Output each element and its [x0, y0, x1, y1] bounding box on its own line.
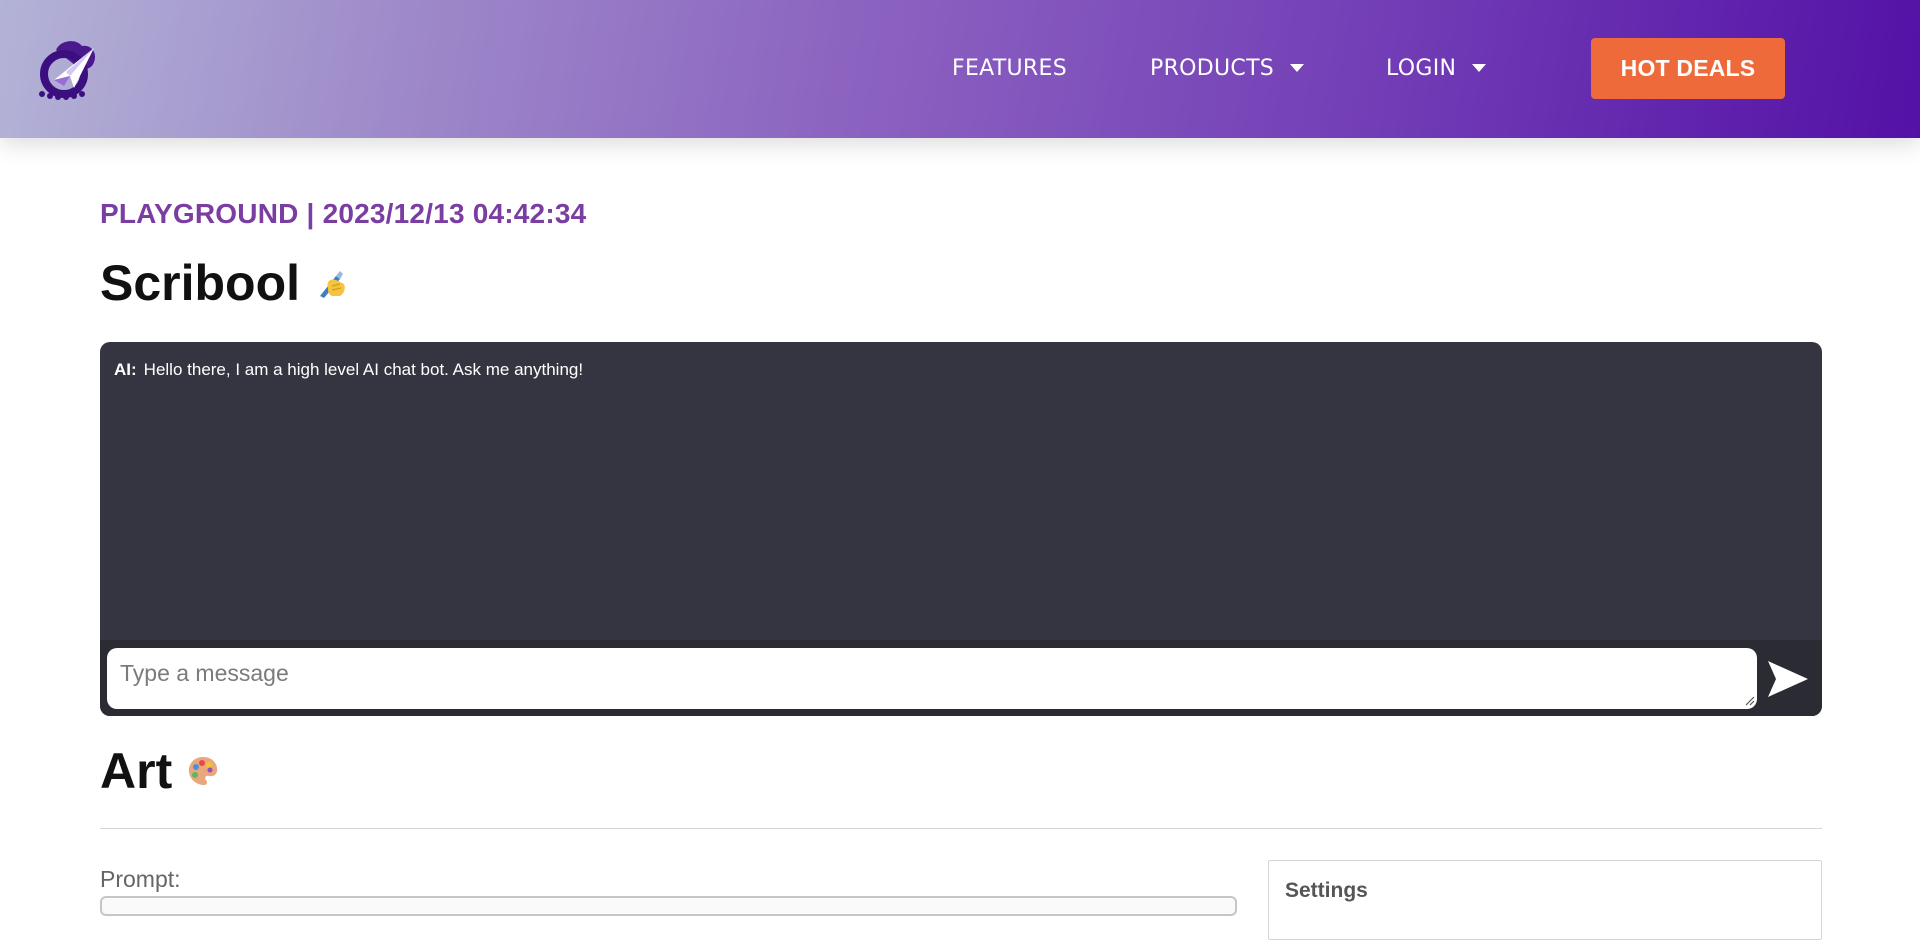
prompt-input[interactable]	[100, 896, 1237, 916]
writing-hand-icon	[314, 266, 348, 300]
kicker-separator: |	[306, 198, 315, 229]
scribool-title: Scribool	[100, 255, 301, 311]
settings-label: Settings	[1285, 879, 1368, 902]
nav-features[interactable]: FEATURES	[952, 52, 1067, 84]
nav-login-dropdown[interactable]: LOGIN	[1386, 52, 1487, 84]
hot-deals-button[interactable]: HOT DEALS	[1591, 38, 1785, 99]
palette-icon	[186, 754, 220, 788]
section-name: PLAYGROUND	[100, 198, 299, 229]
caret-down-icon	[1472, 64, 1487, 72]
scribool-heading: Scribool	[100, 254, 348, 312]
caret-down-icon	[1290, 64, 1305, 72]
nav-products-dropdown[interactable]: PRODUCTS	[1150, 52, 1305, 84]
send-icon[interactable]	[1766, 657, 1810, 701]
message-text: Hello there, I am a high level AI chat b…	[143, 360, 584, 379]
site-header: FEATURES PRODUCTS LOGIN HOT DEALS	[0, 0, 1920, 138]
site-logo[interactable]	[36, 36, 102, 102]
art-heading: Art	[100, 742, 220, 800]
nav-login-label: LOGIN	[1386, 55, 1457, 81]
art-title: Art	[100, 743, 173, 799]
message-speaker: AI:	[114, 360, 137, 379]
nav-features-label: FEATURES	[952, 55, 1067, 81]
chat-input-bar	[100, 640, 1822, 716]
page-timestamp: 2023/12/13 04:42:34	[322, 198, 587, 229]
settings-panel: Settings	[1268, 860, 1822, 940]
chat-message: AI: Hello there, I am a high level AI ch…	[114, 360, 583, 380]
page-kicker: PLAYGROUND | 2023/12/13 04:42:34	[100, 198, 586, 230]
message-input[interactable]	[107, 648, 1757, 709]
resize-grip-icon[interactable]	[1745, 696, 1755, 706]
paper-plane-rocket-logo-icon	[39, 41, 96, 100]
nav-products-label: PRODUCTS	[1150, 55, 1275, 81]
section-divider	[100, 828, 1822, 829]
chat-window: AI: Hello there, I am a high level AI ch…	[100, 342, 1822, 716]
prompt-label: Prompt:	[100, 866, 181, 892]
